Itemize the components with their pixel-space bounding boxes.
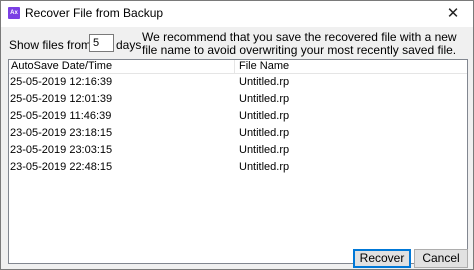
dialog-content: Show files from last days We recommend t…	[1, 27, 473, 269]
row-date: 23-05-2019 23:18:15	[10, 127, 113, 139]
table-row[interactable]: 23-05-2019 23:18:15 Untitled.rp	[9, 125, 467, 142]
row-date: 23-05-2019 22:48:15	[10, 161, 113, 173]
table-header: AutoSave Date/Time File Name	[9, 60, 467, 74]
table-row[interactable]: 25-05-2019 12:16:39 Untitled.rp	[9, 74, 467, 91]
days-label: days	[116, 38, 142, 52]
row-date: 25-05-2019 12:16:39	[10, 76, 113, 88]
recommendation-text: We recommend that you save the recovered…	[142, 30, 457, 57]
dialog-title: Recover File from Backup	[25, 6, 164, 20]
row-date: 25-05-2019 12:01:39	[10, 93, 113, 105]
row-file-name: Untitled.rp	[239, 110, 290, 122]
recover-dialog: Ax Recover File from Backup ✕ Show files…	[0, 0, 474, 270]
table-row[interactable]: 23-05-2019 23:03:15 Untitled.rp	[9, 142, 467, 159]
column-header-file-name[interactable]: File Name	[239, 60, 289, 73]
row-date: 23-05-2019 23:03:15	[10, 144, 113, 156]
row-file-name: Untitled.rp	[239, 93, 290, 105]
table-row[interactable]: 25-05-2019 11:46:39 Untitled.rp	[9, 108, 467, 125]
row-file-name: Untitled.rp	[239, 161, 290, 173]
close-icon[interactable]: ✕	[433, 1, 473, 27]
table-row[interactable]: 23-05-2019 22:48:15 Untitled.rp	[9, 159, 467, 176]
days-input[interactable]	[89, 34, 114, 52]
recover-button[interactable]: Recover	[353, 249, 411, 268]
row-date: 25-05-2019 11:46:39	[10, 110, 112, 122]
column-header-date[interactable]: AutoSave Date/Time	[11, 60, 235, 73]
axure-app-icon: Ax	[8, 7, 20, 19]
cancel-button[interactable]: Cancel	[414, 249, 468, 268]
row-file-name: Untitled.rp	[239, 76, 290, 88]
title-bar: Ax Recover File from Backup ✕	[1, 1, 473, 27]
backup-files-table: AutoSave Date/Time File Name 25-05-2019 …	[8, 59, 468, 264]
row-file-name: Untitled.rp	[239, 127, 290, 139]
table-row[interactable]: 25-05-2019 12:01:39 Untitled.rp	[9, 91, 467, 108]
row-file-name: Untitled.rp	[239, 144, 290, 156]
